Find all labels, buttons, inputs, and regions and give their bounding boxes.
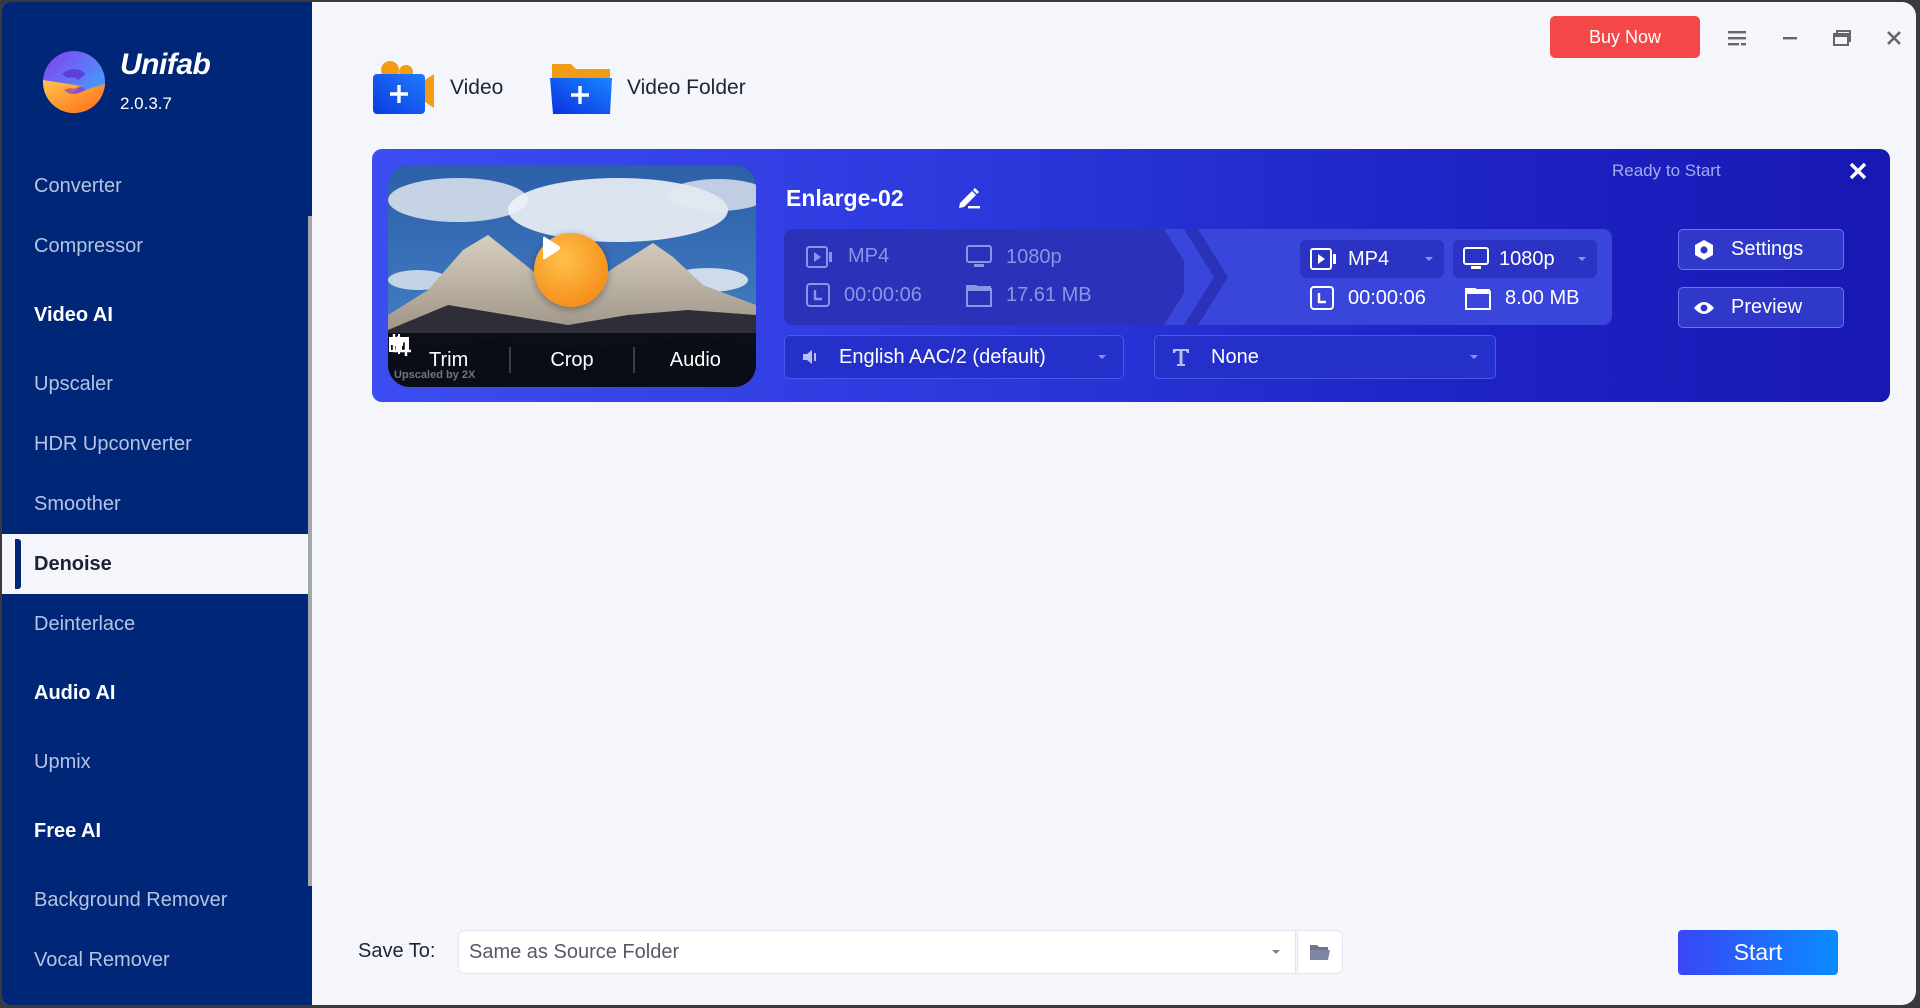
task-card: Trim Crop Audio Upscaled by 2X Enlarge-0… [372,149,1890,402]
save-to-value: Same as Source Folder [469,940,680,963]
output-format-dropdown[interactable]: MP4 [1300,240,1444,278]
preview-button[interactable]: Preview [1678,287,1844,328]
sidebar-scrollbar[interactable] [308,216,312,886]
add-video-button[interactable]: Video [372,58,503,118]
settings-button[interactable]: Settings [1678,229,1844,270]
sidebar-group-audio-ai: Audio AI [34,681,116,704]
app-version: 2.0.3.7 [120,94,172,113]
arrow-chevron-icon [1164,229,1228,325]
source-size: 17.61 MB [966,283,1092,307]
chevron-down-icon [1098,355,1106,359]
upscaled-watermark: Upscaled by 2X [394,369,476,381]
source-duration: 00:00:06 [806,283,922,307]
app-name: Unifab [120,48,211,81]
sidebar-group-free-ai: Free AI [34,819,102,842]
video-format-icon [1310,248,1336,270]
edit-title-icon[interactable] [956,185,982,216]
audio-icon [390,335,403,349]
chevron-down-icon [1578,257,1586,261]
app-window: Unifab 2.0.3.7 Converter Compressor Vide… [2,2,1916,1005]
sidebar-item-denoise[interactable]: Denoise [2,534,308,594]
add-folder-icon [550,64,612,114]
file-size-icon [1465,288,1491,310]
duration-icon [806,283,830,307]
chevron-down-icon [1272,950,1280,954]
sidebar-item-compressor[interactable]: Compressor [2,216,308,276]
sidebar-item-hdr-upconverter[interactable]: HDR Upconverter [2,414,308,474]
folder-icon [1310,945,1330,960]
speaker-icon [803,350,816,364]
conversion-info-panel: MP4 00:00:06 1080p 17.61 MB MP4 1080p 00… [784,229,1612,325]
settings-icon [1695,239,1713,260]
audio-track-dropdown[interactable]: English AAC/2 (default) [784,335,1124,379]
video-thumbnail[interactable]: Trim Crop Audio Upscaled by 2X [388,165,756,387]
resolution-icon [966,245,992,267]
audio-label: Audio [669,348,721,371]
subtitle-dropdown[interactable]: None [1154,335,1496,379]
output-resolution-dropdown[interactable]: 1080p [1453,240,1597,278]
start-button[interactable]: Start [1678,930,1838,975]
source-resolution: 1080p [966,245,1062,269]
eye-icon [1694,301,1714,314]
crop-label: Crop [550,348,594,371]
chevron-down-icon [1425,257,1433,261]
sidebar-item-background-remover[interactable]: Background Remover [2,870,308,930]
file-size-icon [966,285,992,307]
play-icon [543,236,560,260]
sidebar-group-video-ai: Video AI [34,303,113,326]
sidebar-item-upscaler[interactable]: Upscaler [2,354,308,414]
resolution-icon [1463,247,1489,269]
sidebar-item-deinterlace[interactable]: Deinterlace [2,594,308,654]
menu-icon[interactable] [1724,24,1752,52]
video-format-icon [806,245,832,268]
unifab-logo-icon [42,51,105,114]
sidebar-item-vocal-remover[interactable]: Vocal Remover [2,930,308,990]
sidebar-item-upmix[interactable]: Upmix [2,732,308,792]
save-to-dropdown[interactable]: Same as Source Folder [458,930,1296,974]
sidebar-item-converter[interactable]: Converter [2,156,308,216]
task-status: Ready to Start [1612,161,1721,180]
crop-button[interactable]: Crop [389,334,632,372]
source-info [784,229,1184,325]
add-video-folder-button[interactable]: Video Folder [549,58,746,118]
save-to-label: Save To: [358,940,436,962]
add-video-label: Video [450,76,504,99]
output-size: 8.00 MB [1465,286,1579,310]
output-duration: 00:00:06 [1310,286,1426,310]
restore-icon[interactable] [1828,24,1856,52]
chevron-down-icon [1470,355,1478,359]
duration-icon [1310,286,1334,310]
add-video-icon [373,61,434,114]
file-title: Enlarge-02 [786,185,904,211]
buy-now-button[interactable]: Buy Now [1550,16,1700,58]
audio-button[interactable]: Audio [390,335,756,372]
source-format: MP4 [806,245,889,268]
close-icon[interactable] [1880,24,1908,52]
remove-task-icon[interactable] [1846,159,1870,183]
subtitle-text-icon [1173,349,1189,366]
sidebar: Unifab 2.0.3.7 Converter Compressor Vide… [2,2,312,1005]
sidebar-item-smoother[interactable]: Smoother [2,474,308,534]
minimize-icon[interactable] [1776,24,1804,52]
add-video-folder-label: Video Folder [627,76,746,99]
browse-folder-button[interactable] [1297,930,1343,974]
play-button[interactable] [534,233,608,307]
